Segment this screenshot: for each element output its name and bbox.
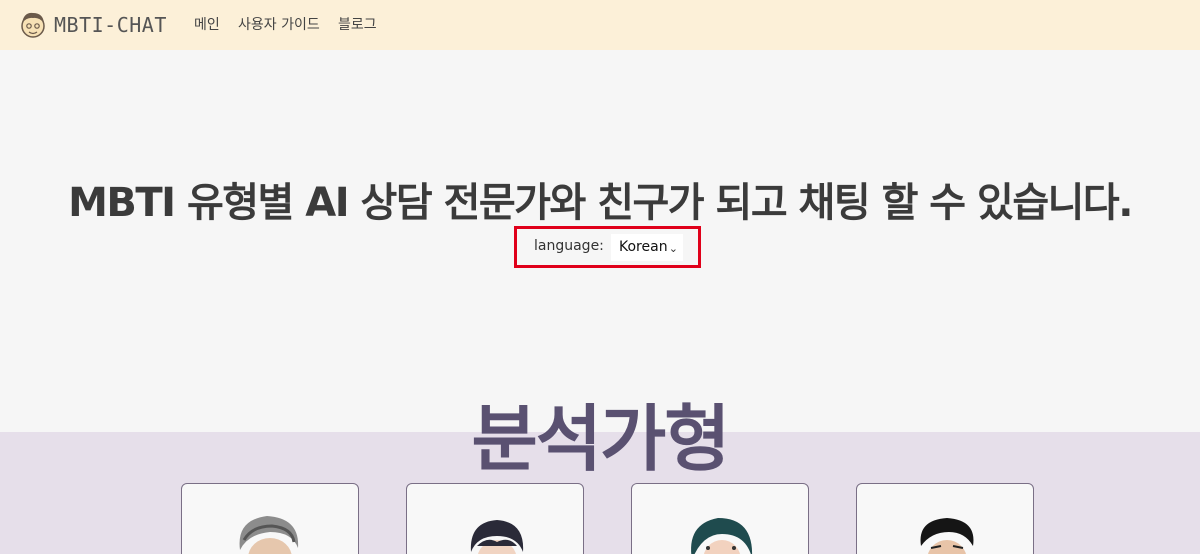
character-card-1[interactable] bbox=[181, 483, 359, 554]
chevron-down-icon: ⌄ bbox=[668, 242, 678, 255]
brand-name: MBTI-CHAT bbox=[54, 13, 167, 37]
top-navbar: MBTI-CHAT 메인 사용자 가이드 블로그 bbox=[0, 0, 1200, 50]
brand-logo[interactable]: MBTI-CHAT bbox=[18, 8, 167, 42]
character-card-4[interactable] bbox=[856, 483, 1034, 554]
nav-link-blog[interactable]: 블로그 bbox=[338, 14, 377, 34]
character-card-3[interactable] bbox=[631, 483, 809, 554]
avatar-gray-hair-man bbox=[239, 516, 299, 554]
avatar-black-hair-man bbox=[920, 518, 974, 554]
language-label: language: bbox=[534, 238, 604, 254]
language-selector-highlight: language: Korean ⌄ bbox=[514, 226, 701, 268]
avatar-teal-hair-woman bbox=[691, 518, 752, 554]
hero-headline: MBTI 유형별 AI 상담 전문가와 친구가 되고 채팅 할 수 있습니다. bbox=[68, 180, 1133, 226]
language-selected-value: Korean bbox=[619, 239, 668, 255]
nav-link-user-guide[interactable]: 사용자 가이드 bbox=[238, 14, 320, 34]
avatar-dark-short-hair bbox=[470, 520, 524, 554]
section-title: 분석가형 bbox=[471, 397, 731, 481]
mascot-logo-icon bbox=[21, 12, 45, 38]
character-card-2[interactable] bbox=[406, 483, 584, 554]
nav-link-main[interactable]: 메인 bbox=[194, 14, 220, 34]
language-select[interactable]: Korean ⌄ bbox=[611, 234, 683, 261]
